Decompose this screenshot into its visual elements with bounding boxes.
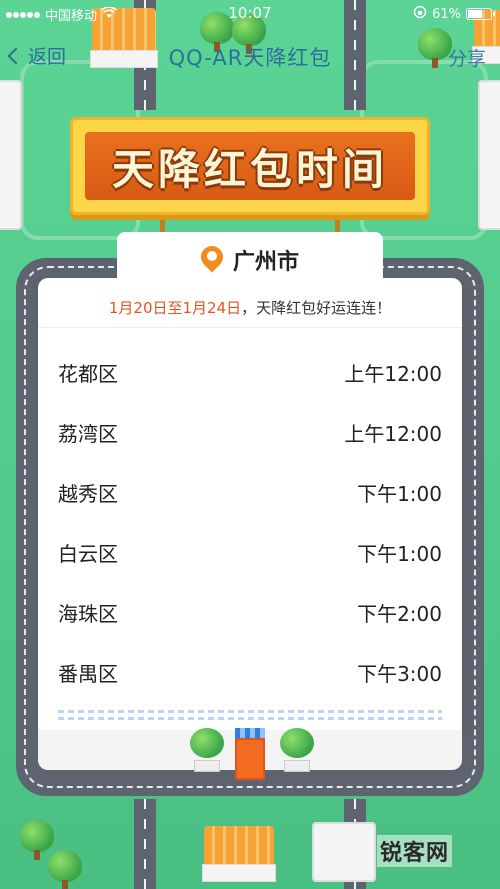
date-range: 1月20日至1月24日 bbox=[108, 299, 242, 317]
drop-time: 下午1:00 bbox=[357, 541, 442, 566]
drop-time: 下午2:00 bbox=[357, 601, 442, 626]
banner-sign: 天降红包时间 bbox=[70, 117, 430, 215]
page-title: QQ-AR天降红包 bbox=[168, 46, 332, 70]
list-item: 白云区 下午1:00 bbox=[58, 522, 442, 582]
battery-percent: 61% bbox=[432, 6, 461, 22]
city-header: 广州市 bbox=[117, 232, 383, 288]
building bbox=[478, 80, 500, 230]
building bbox=[312, 822, 376, 882]
drop-time: 上午12:00 bbox=[344, 361, 442, 386]
list-item: 荔湾区 上午12:00 bbox=[58, 402, 442, 462]
potted-tree bbox=[190, 728, 224, 774]
shop-door bbox=[235, 728, 265, 780]
district-name: 海珠区 bbox=[58, 601, 118, 626]
schedule-list: 花都区 上午12:00 荔湾区 上午12:00 越秀区 下午1:00 白云区 下… bbox=[58, 342, 442, 702]
schedule-card: 1月20日至1月24日，天降红包好运连连！ 花都区 上午12:00 荔湾区 上午… bbox=[38, 278, 462, 738]
banner-title: 天降红包时间 bbox=[111, 144, 388, 194]
list-item: 越秀区 下午1:00 bbox=[58, 462, 442, 522]
drop-time: 下午3:00 bbox=[357, 661, 442, 686]
shop-building bbox=[202, 826, 276, 882]
status-bar: 中国移动 10:07 61% bbox=[0, 0, 500, 28]
notice-message: ，天降红包好运连连！ bbox=[241, 299, 392, 317]
road bbox=[134, 799, 156, 889]
district-name: 越秀区 bbox=[58, 481, 118, 506]
city-name: 广州市 bbox=[232, 250, 299, 275]
district-name: 花都区 bbox=[58, 361, 118, 386]
list-item: 番禺区 下午3:00 bbox=[58, 642, 442, 702]
notice-text: 1月20日至1月24日，天降红包好运连连！ bbox=[38, 288, 462, 328]
building bbox=[0, 80, 22, 230]
district-name: 番禺区 bbox=[58, 661, 118, 686]
district-name: 白云区 bbox=[58, 541, 118, 566]
location-pin-icon bbox=[196, 241, 228, 274]
dashed-divider bbox=[58, 710, 442, 720]
tree bbox=[48, 850, 82, 889]
rotation-lock-icon bbox=[413, 5, 427, 23]
drop-time: 下午1:00 bbox=[357, 481, 442, 506]
list-item: 海珠区 下午2:00 bbox=[58, 582, 442, 642]
drop-time: 上午12:00 bbox=[344, 421, 442, 446]
share-button[interactable]: 分享 bbox=[448, 44, 486, 71]
district-name: 荔湾区 bbox=[58, 421, 118, 446]
navigation-bar: 返回 QQ-AR天降红包 分享 bbox=[0, 30, 500, 80]
watermark-logo: 锐客网 bbox=[376, 835, 452, 867]
battery-icon bbox=[466, 8, 495, 20]
potted-tree bbox=[280, 728, 314, 774]
list-item: 花都区 上午12:00 bbox=[58, 342, 442, 402]
